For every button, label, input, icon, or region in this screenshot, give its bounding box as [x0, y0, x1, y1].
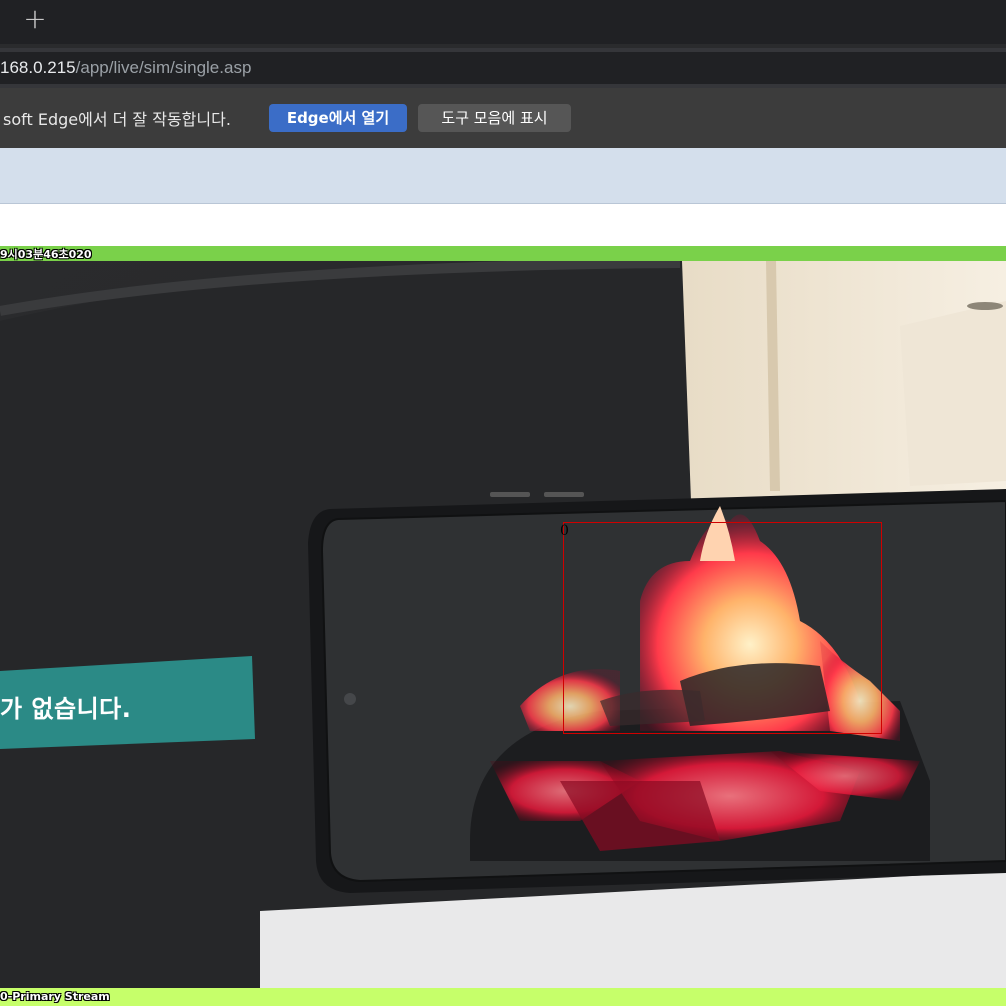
url-host: 168.0.215 — [0, 58, 76, 77]
detection-box[interactable] — [563, 522, 882, 734]
open-in-edge-button[interactable]: Edge에서 열기 — [269, 104, 407, 132]
video-top-strip — [0, 246, 1006, 261]
url-path: /app/live/sim/single.asp — [75, 58, 252, 77]
plus-icon: + — [23, 2, 47, 35]
tab-strip: + — [0, 0, 1006, 44]
stream-label: 0-Primary Stream — [0, 990, 110, 1003]
show-in-toolbar-button[interactable]: 도구 모음에 표시 — [418, 104, 571, 132]
new-tab-button[interactable]: + — [18, 5, 52, 35]
video-bottom-strip — [0, 988, 1006, 1006]
header-bar — [0, 148, 1006, 204]
timestamp-overlay: 9시03분46초020 — [0, 248, 92, 261]
url-input[interactable]: 168.0.215/app/live/sim/single.asp — [0, 52, 1006, 84]
video-viewer[interactable]: 9시03분46초020 가 없습니다. 0 0-Primary Stream — [0, 246, 1006, 1006]
info-bar-message: soft Edge에서 더 잘 작동합니다. — [3, 110, 231, 129]
address-bar: 168.0.215/app/live/sim/single.asp — [0, 48, 1006, 88]
detection-label: 0 — [560, 523, 569, 539]
screen-banner-text: 가 없습니다. — [0, 695, 132, 723]
info-bar: soft Edge에서 더 잘 작동합니다. Edge에서 열기 도구 모음에 … — [0, 88, 1006, 148]
page-content: 9시03분46초020 가 없습니다. 0 0-Primary Stream — [0, 148, 1006, 1006]
